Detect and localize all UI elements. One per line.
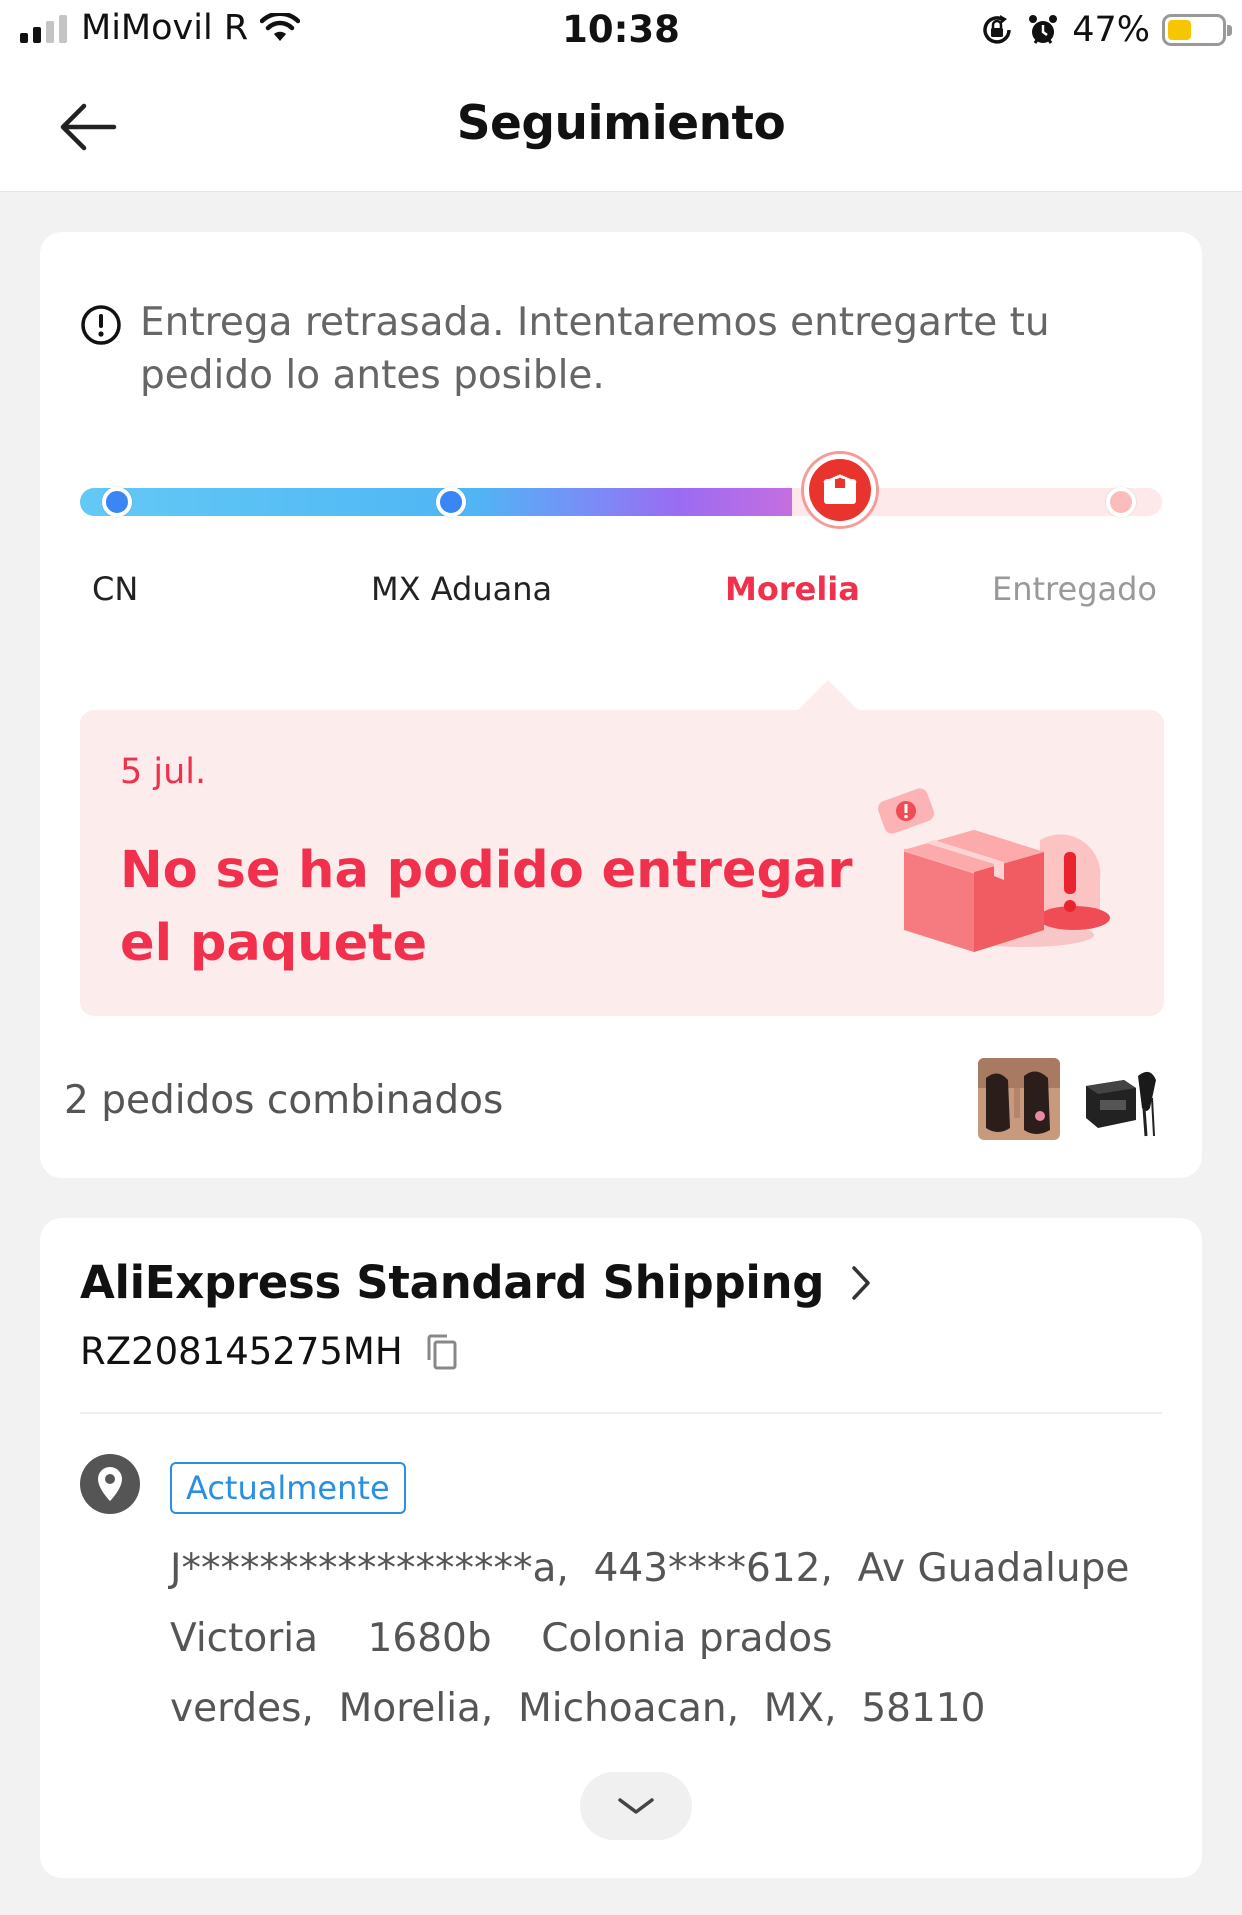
nav-bar: Seguimiento — [0, 62, 1242, 192]
step-current-node — [804, 454, 876, 526]
tracking-row: RZ208145275MH — [80, 1330, 461, 1373]
step-label-cn: CN — [92, 570, 139, 608]
step-labels: CN MX Aduana Morelia Entregado — [40, 570, 1202, 620]
chevron-right-icon — [852, 1265, 870, 1300]
step-label-mx-aduana: MX Aduana — [371, 570, 553, 608]
divider — [80, 1412, 1162, 1414]
shipping-method-link[interactable]: AliExpress Standard Shipping — [80, 1256, 872, 1309]
status-date: 5 jul. — [120, 752, 207, 792]
package-icon — [823, 474, 857, 504]
current-status-badge: Actualmente — [170, 1462, 406, 1514]
progress-bar — [80, 454, 1162, 526]
step-dot-entregado — [1106, 487, 1136, 517]
orientation-lock-icon — [983, 15, 1011, 44]
address-line: J******************a, 443****612, Av Gua… — [170, 1546, 1130, 1591]
status-bar: MiMovil R 10:38 47% — [0, 0, 1242, 62]
tracking-progress-card: Entrega retrasada. Intentaremos entregar… — [40, 232, 1202, 1178]
shipping-method-name: AliExpress Standard Shipping — [80, 1256, 825, 1309]
tracking-number: RZ208145275MH — [80, 1330, 403, 1373]
combined-orders-text[interactable]: 2 pedidos combinados — [64, 1078, 503, 1123]
page-title: Seguimiento — [456, 96, 786, 151]
battery-percent: 47% — [1072, 10, 1150, 50]
product-thumbnail-lingerie[interactable] — [978, 1058, 1060, 1140]
product-thumbnails[interactable] — [978, 1058, 1162, 1140]
location-pin-icon — [80, 1454, 140, 1514]
exclamation-circle-icon — [81, 305, 121, 345]
delay-alert-text: Entrega retrasada. Intentaremos entregar… — [140, 300, 1050, 398]
expand-button[interactable] — [580, 1772, 692, 1840]
battery-icon — [1162, 14, 1232, 46]
box-warning-icon — [878, 788, 1110, 952]
address-line: verdes, Morelia, Michoacan, MX, 58110 — [170, 1686, 986, 1731]
address-line: Victoria 1680b Colonia prados — [170, 1616, 833, 1661]
shipping-info-card: AliExpress Standard Shipping RZ208145275… — [40, 1218, 1202, 1878]
step-dot-mx-aduana — [436, 487, 466, 517]
status-box[interactable]: 5 jul. No se ha podido entregar el paque… — [80, 680, 1164, 1016]
delivery-address: J******************a, 443****612, Av Gua… — [170, 1534, 1170, 1744]
step-label-entregado: Entregado — [992, 570, 1157, 608]
alarm-icon — [1029, 15, 1058, 44]
step-dot-cn — [102, 487, 132, 517]
product-thumbnail-receipt-printer[interactable] — [1080, 1058, 1162, 1140]
status-message: No se ha podido entregar el paquete — [120, 841, 853, 973]
delay-alert: Entrega retrasada. Intentaremos entregar… — [80, 296, 1170, 402]
step-label-morelia: Morelia — [725, 570, 860, 608]
chevron-down-icon — [618, 1798, 654, 1814]
copy-icon[interactable] — [421, 1332, 461, 1372]
status-bar-right: 47% — [980, 10, 1232, 50]
